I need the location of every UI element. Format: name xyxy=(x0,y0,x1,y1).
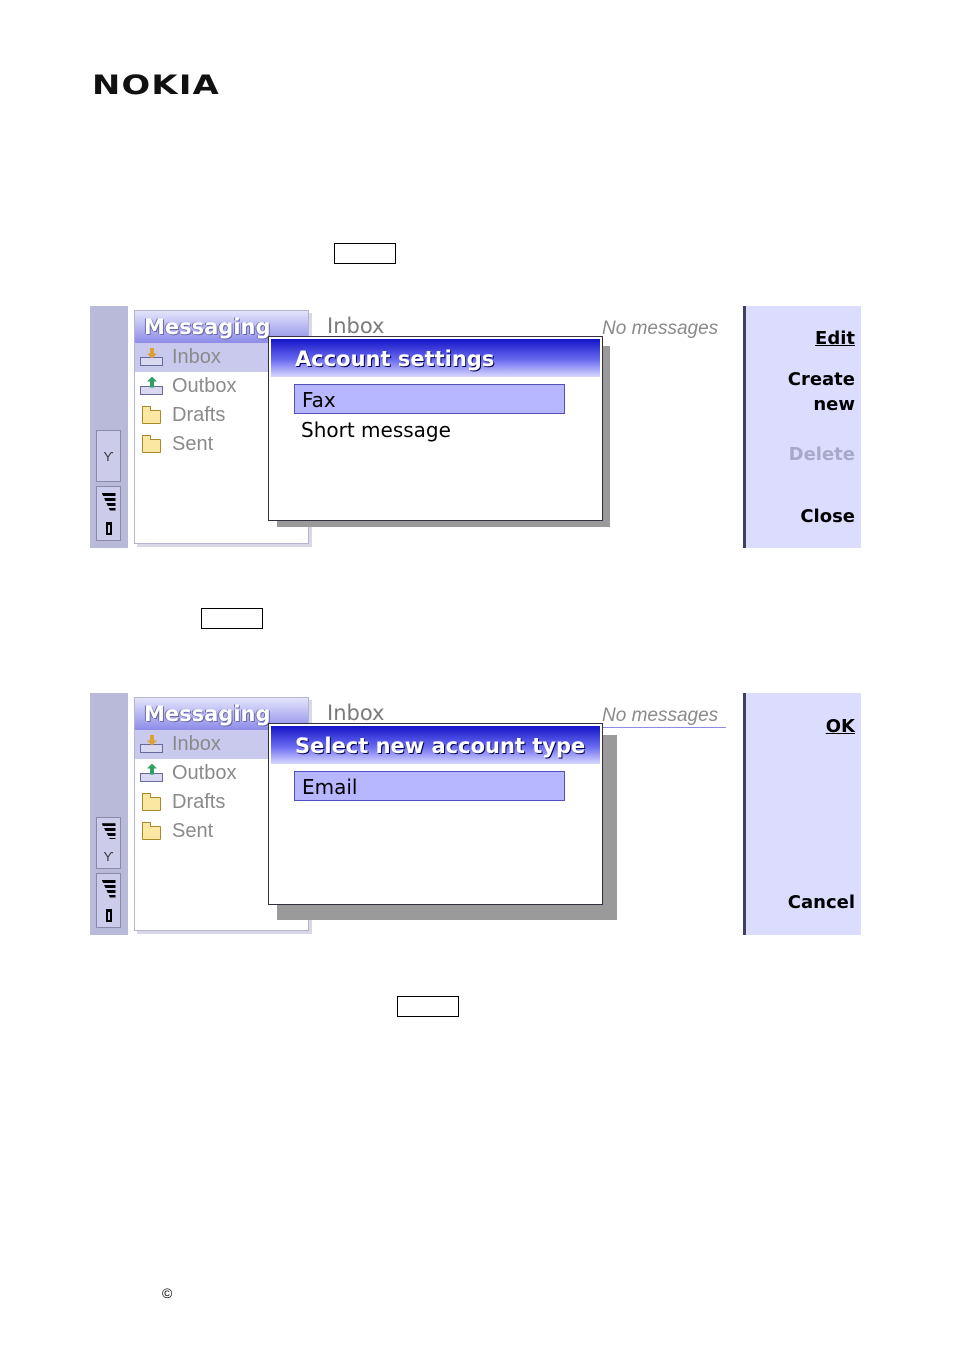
screenshot-new-account-type: ϒ Messaging Inbox Outbox Drafts Sent Inb… xyxy=(90,693,861,935)
create-new-label-line1: Create xyxy=(787,369,855,390)
signal-indicator: ϒ xyxy=(96,430,121,482)
folder-label: Sent xyxy=(172,433,214,455)
dialog-title: Select new account type xyxy=(271,726,600,764)
folder-icon xyxy=(139,434,164,455)
folder-label: Sent xyxy=(172,820,214,842)
battery-icon xyxy=(105,521,112,535)
inbox-icon xyxy=(139,734,164,755)
empty-status: No messages xyxy=(602,705,727,728)
copyright-symbol: © xyxy=(162,1285,173,1301)
select-account-type-dialog: Select new account type Email xyxy=(268,723,603,905)
folder-icon xyxy=(139,792,164,813)
command-button-area: Edit Create new Delete Close xyxy=(743,306,861,548)
folder-label: Drafts xyxy=(172,404,226,426)
battery-level-icon xyxy=(101,879,116,898)
empty-status: No messages xyxy=(602,318,719,339)
close-button[interactable]: Close xyxy=(800,504,855,529)
screenshot-account-settings: ϒ Messaging Inbox Outbox Drafts Sent Inb… xyxy=(90,306,861,548)
key-marker-box xyxy=(334,243,396,264)
dialog-title: Account settings xyxy=(271,339,600,377)
folder-label: Inbox xyxy=(172,346,221,368)
folder-icon xyxy=(139,405,164,426)
ok-button[interactable]: OK xyxy=(826,714,855,739)
folder-icon xyxy=(139,821,164,842)
battery-level-icon xyxy=(101,492,116,511)
battery-icon xyxy=(105,908,112,922)
antenna-icon: ϒ xyxy=(103,448,114,464)
folder-label: Inbox xyxy=(172,733,221,755)
status-bar: ϒ xyxy=(90,306,128,548)
cancel-button[interactable]: Cancel xyxy=(788,890,855,915)
folder-label: Outbox xyxy=(172,762,237,784)
edit-button[interactable]: Edit xyxy=(815,326,855,351)
battery-indicator xyxy=(96,486,121,541)
folder-label: Outbox xyxy=(172,375,237,397)
inbox-icon xyxy=(139,347,164,368)
nokia-logo: NOKIA xyxy=(92,70,221,101)
signal-indicator: ϒ xyxy=(96,817,121,869)
create-new-label-line2: new xyxy=(813,394,855,415)
key-marker-box xyxy=(397,996,459,1017)
battery-indicator xyxy=(96,873,121,928)
option-short-message[interactable]: Short message xyxy=(294,415,565,445)
outbox-icon xyxy=(139,763,164,784)
delete-button[interactable]: Delete xyxy=(789,442,855,467)
account-settings-dialog: Account settings Fax Short message xyxy=(268,336,603,521)
antenna-icon: ϒ xyxy=(103,848,114,864)
signal-strength-icon xyxy=(101,823,116,840)
create-new-button[interactable]: Create new xyxy=(788,367,855,417)
option-fax[interactable]: Fax xyxy=(294,384,565,414)
key-marker-box xyxy=(201,608,263,629)
view-title: Inbox xyxy=(327,314,385,338)
folder-label: Drafts xyxy=(172,791,226,813)
option-email[interactable]: Email xyxy=(294,771,565,801)
command-button-area: OK Cancel xyxy=(743,693,861,935)
outbox-icon xyxy=(139,376,164,397)
view-title: Inbox xyxy=(327,701,385,725)
status-bar: ϒ xyxy=(90,693,128,935)
